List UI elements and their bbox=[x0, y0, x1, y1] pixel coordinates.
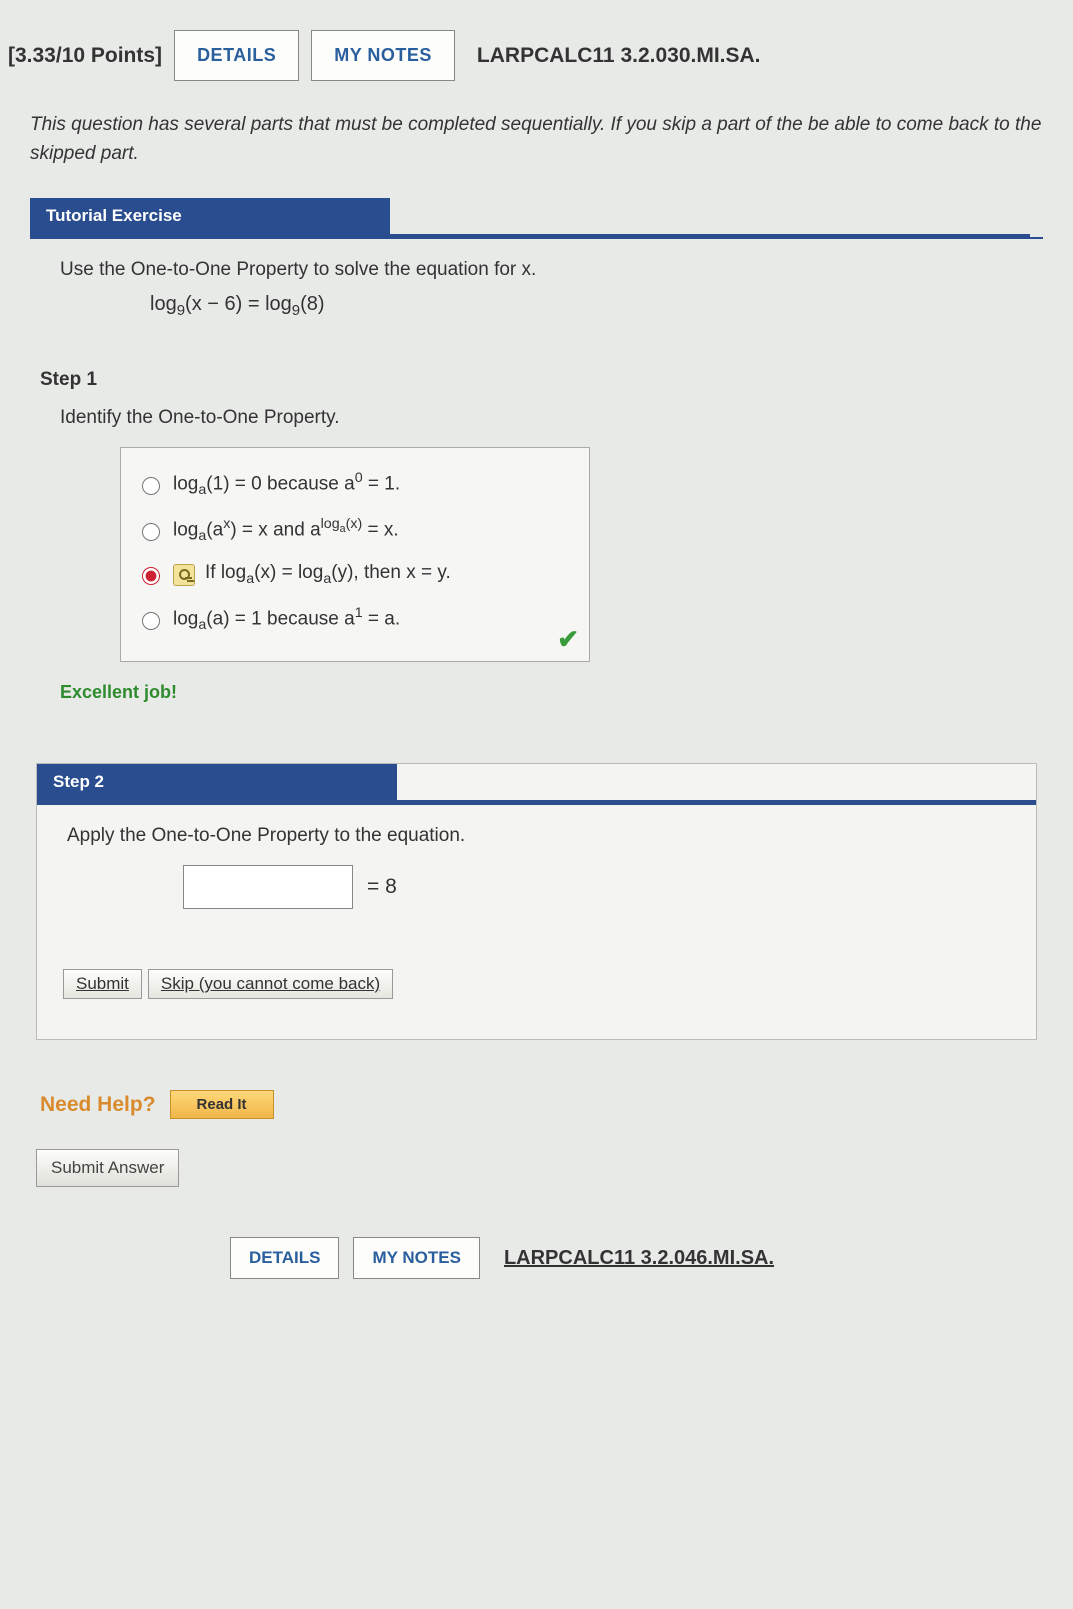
step2-tab: Step 2 bbox=[37, 764, 397, 803]
exercise-equation: log9(x − 6) = log9(8) bbox=[150, 293, 1043, 319]
radio-input[interactable] bbox=[142, 567, 160, 585]
read-it-button[interactable]: Read It bbox=[170, 1090, 274, 1119]
option-text: loga(ax) = x and aloga(x) = x. bbox=[173, 516, 399, 544]
need-help-row: Need Help? Read It bbox=[40, 1090, 1043, 1119]
tutorial-exercise-tab: Tutorial Exercise bbox=[30, 198, 390, 237]
radio-input[interactable] bbox=[142, 477, 160, 495]
option-text: If loga(x) = loga(y), then x = y. bbox=[205, 562, 451, 587]
skip-step-button[interactable]: Skip (you cannot come back) bbox=[148, 969, 393, 999]
step1-prompt: Identify the One-to-One Property. bbox=[60, 407, 1043, 429]
radio-input[interactable] bbox=[142, 612, 160, 630]
step1-options-box: loga(1) = 0 because a0 = 1. loga(ax) = x… bbox=[120, 447, 590, 662]
step1-feedback: Excellent job! bbox=[60, 682, 1043, 703]
step2-rhs: = 8 bbox=[367, 875, 397, 899]
points-label: [3.33/10 Points] bbox=[8, 44, 162, 68]
details-button-footer[interactable]: DETAILS bbox=[230, 1237, 339, 1279]
divider bbox=[37, 803, 1036, 805]
step1-option-0[interactable]: loga(1) = 0 because a0 = 1. bbox=[137, 470, 573, 498]
exercise-prompt: Use the One-to-One Property to solve the… bbox=[60, 259, 1043, 281]
step2-answer-input[interactable] bbox=[183, 865, 353, 909]
submit-answer-button[interactable]: Submit Answer bbox=[36, 1149, 179, 1187]
step1-option-2[interactable]: If loga(x) = loga(y), then x = y. bbox=[137, 562, 573, 587]
divider bbox=[30, 237, 1043, 239]
intro-text: This question has several parts that mus… bbox=[30, 111, 1043, 168]
step1-option-3[interactable]: loga(a) = 1 because a1 = a. bbox=[137, 605, 573, 633]
next-question-id: LARPCALC11 3.2.046.MI.SA. bbox=[504, 1247, 774, 1270]
radio-input[interactable] bbox=[142, 523, 160, 541]
step1-title: Step 1 bbox=[40, 369, 1043, 391]
step2-equation-row: = 8 bbox=[183, 865, 1010, 909]
my-notes-button-footer[interactable]: MY NOTES bbox=[353, 1237, 479, 1279]
option-text: loga(1) = 0 because a0 = 1. bbox=[173, 470, 400, 498]
step2-prompt: Apply the One-to-One Property to the equ… bbox=[67, 825, 1010, 847]
my-notes-button[interactable]: MY NOTES bbox=[311, 30, 455, 81]
question-id: LARPCALC11 3.2.030.MI.SA. bbox=[477, 44, 761, 68]
next-question-header: DETAILS MY NOTES LARPCALC11 3.2.046.MI.S… bbox=[30, 1227, 1043, 1279]
option-text: loga(a) = 1 because a1 = a. bbox=[173, 605, 400, 633]
key-icon bbox=[173, 564, 195, 586]
details-button[interactable]: DETAILS bbox=[174, 30, 299, 81]
submit-step-button[interactable]: Submit bbox=[63, 969, 142, 999]
step1-option-1[interactable]: loga(ax) = x and aloga(x) = x. bbox=[137, 516, 573, 544]
check-icon: ✔ bbox=[557, 624, 579, 655]
question-header: [3.33/10 Points] DETAILS MY NOTES LARPCA… bbox=[0, 0, 1073, 101]
step2-container: Step 2 Apply the One-to-One Property to … bbox=[36, 763, 1037, 1040]
need-help-label: Need Help? bbox=[40, 1093, 156, 1117]
